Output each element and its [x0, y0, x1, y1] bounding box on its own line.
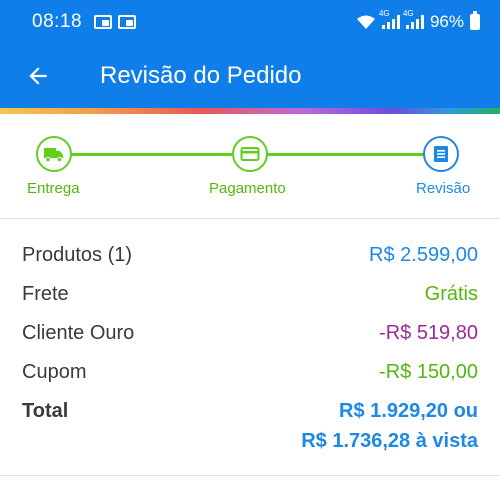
- step-pagamento[interactable]: [232, 136, 268, 172]
- app-bar: Revisão do Pedido: [0, 44, 500, 108]
- arrow-left-icon: [29, 67, 47, 85]
- notification-icon: [94, 15, 113, 29]
- total-value-line2: R$ 1.736,28 à vista: [301, 430, 478, 452]
- summary-row-produtos: Produtos (1) R$ 2.599,00: [22, 244, 478, 267]
- section-divider: [0, 475, 500, 476]
- credit-card-icon: [240, 147, 260, 161]
- page-title: Revisão do Pedido: [100, 62, 302, 89]
- battery-percent: 96%: [429, 12, 464, 31]
- notification-icon: [118, 15, 137, 29]
- status-time: 08:18: [32, 11, 83, 32]
- summary-row-cupom: Cupom -R$ 150,00: [22, 361, 478, 384]
- notification-icons: [94, 15, 137, 29]
- back-button[interactable]: [10, 48, 66, 104]
- signal-icon: 4G: [379, 9, 400, 29]
- wifi-icon: [356, 15, 375, 29]
- summary-row-frete: Frete Grátis: [22, 283, 478, 306]
- summary-label: Frete: [22, 283, 69, 305]
- total-value-line1: R$ 1.929,20 ou: [339, 400, 478, 422]
- summary-value: Grátis: [424, 283, 478, 305]
- summary-value: R$ 2.599,00: [369, 244, 478, 266]
- status-indicators: 4G 4G 96%: [356, 9, 480, 32]
- step-entrega[interactable]: [36, 136, 72, 172]
- network-type-label: 4G: [402, 9, 414, 18]
- total-label: Total: [22, 400, 69, 422]
- signal-icon: 4G: [403, 9, 424, 29]
- step-label-entrega: Entrega: [27, 180, 80, 197]
- summary-value: -R$ 519,80: [379, 322, 478, 344]
- summary-row-total: Total R$ 1.929,20 ou R$ 1.736,28 à vista: [22, 400, 478, 456]
- step-connector: [70, 153, 232, 156]
- truck-icon: [44, 148, 63, 163]
- network-type-label: 4G: [378, 9, 390, 18]
- summary-label: Cliente Ouro: [22, 322, 135, 344]
- step-revisao[interactable]: [423, 136, 459, 172]
- status-bar: 08:18 4G 4G 96%: [0, 0, 500, 44]
- step-label-revisao: Revisão: [416, 180, 471, 197]
- battery-icon: [470, 11, 480, 30]
- summary-value: -R$ 150,00: [379, 361, 478, 383]
- summary-label: Produtos (1): [22, 244, 133, 266]
- summary-label: Cupom: [22, 361, 87, 383]
- section-divider: [0, 218, 500, 219]
- list-icon: [434, 146, 448, 162]
- summary-row-cliente-ouro: Cliente Ouro -R$ 519,80: [22, 322, 478, 345]
- step-connector: [268, 153, 424, 156]
- checkout-stepper: Entrega Pagamento Revisão: [0, 114, 500, 218]
- total-value: R$ 1.929,20 ou R$ 1.736,28 à vista: [301, 396, 478, 456]
- step-label-pagamento: Pagamento: [209, 180, 286, 197]
